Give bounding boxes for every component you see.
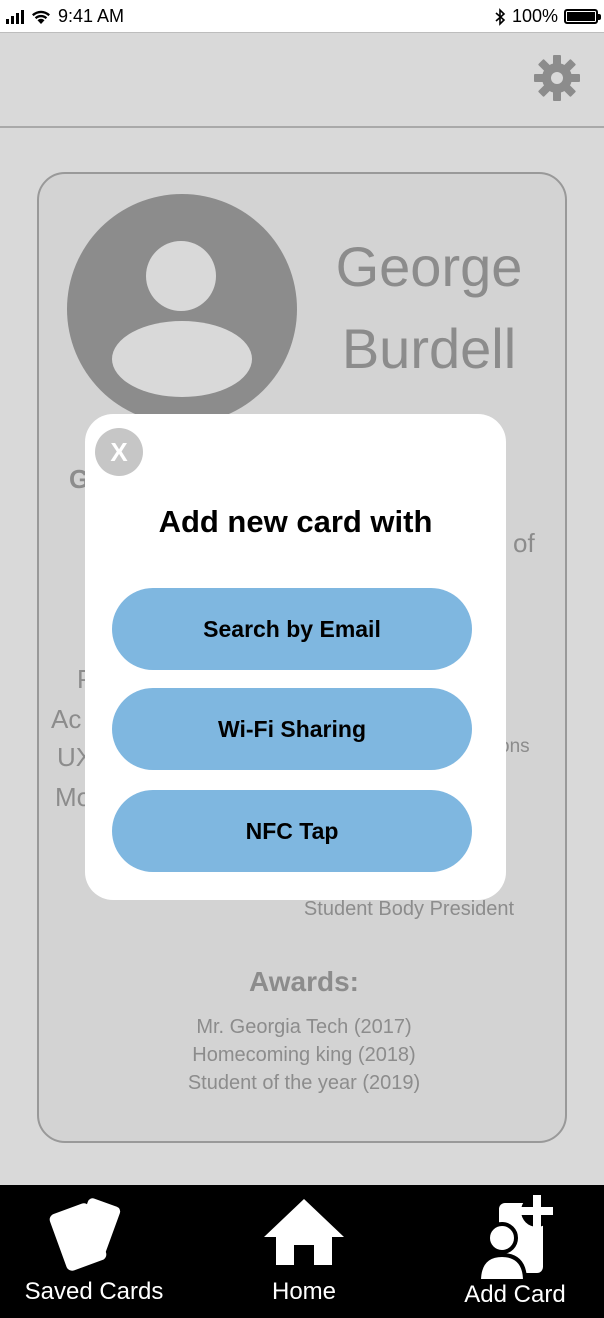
award-item: Student of the year (2019) bbox=[187, 1072, 421, 1094]
awards-title: Awards: bbox=[249, 966, 359, 997]
battery-icon bbox=[564, 9, 601, 24]
avatar bbox=[67, 194, 297, 424]
battery-percent: 100% bbox=[511, 6, 558, 26]
status-time: 9:41 AM bbox=[58, 6, 125, 26]
profile-name: George Burdell bbox=[299, 226, 559, 390]
avatar-body bbox=[112, 321, 252, 397]
nav-label: Home bbox=[271, 1278, 337, 1305]
header bbox=[0, 32, 604, 128]
award-item: Mr. Georgia Tech (2017) bbox=[196, 1016, 412, 1038]
wifi-icon bbox=[32, 10, 50, 24]
nav-saved-cards[interactable]: Saved Cards bbox=[10, 1185, 178, 1318]
nav-home[interactable]: Home bbox=[220, 1185, 388, 1318]
gear-icon[interactable] bbox=[532, 53, 582, 103]
modal-title: Add new card with bbox=[158, 504, 433, 539]
text-fragment: Ac bbox=[51, 704, 82, 734]
status-bar: 9:41 AM 100% bbox=[0, 0, 604, 32]
status-right: 100% bbox=[494, 6, 601, 27]
bluetooth-icon bbox=[495, 7, 506, 26]
first-name: George bbox=[335, 235, 523, 298]
bottom-nav: Saved Cards Home Add Card bbox=[0, 1185, 604, 1318]
close-button[interactable]: X bbox=[95, 428, 143, 476]
search-by-email-button[interactable]: Search by Email bbox=[112, 588, 472, 670]
nfc-tap-button[interactable]: NFC Tap bbox=[112, 790, 472, 872]
last-name: Burdell bbox=[341, 317, 517, 380]
president-text: Student Body President bbox=[303, 898, 515, 920]
avatar-head bbox=[146, 241, 216, 311]
cards-icon bbox=[49, 1198, 121, 1271]
text-fragment: of bbox=[513, 528, 535, 558]
nav-add-card[interactable]: Add Card bbox=[430, 1185, 600, 1318]
home-icon bbox=[264, 1199, 344, 1265]
nav-label: Saved Cards bbox=[24, 1278, 164, 1305]
award-item: Homecoming king (2018) bbox=[192, 1044, 416, 1066]
wifi-sharing-button[interactable]: Wi-Fi Sharing bbox=[112, 688, 472, 770]
add-contact-icon bbox=[476, 1195, 553, 1281]
nav-label: Add Card bbox=[464, 1281, 566, 1308]
add-card-modal: X Add new card with Search by Email Wi-F… bbox=[85, 414, 506, 900]
signal-icon bbox=[6, 9, 24, 24]
status-left: 9:41 AM bbox=[6, 6, 124, 27]
